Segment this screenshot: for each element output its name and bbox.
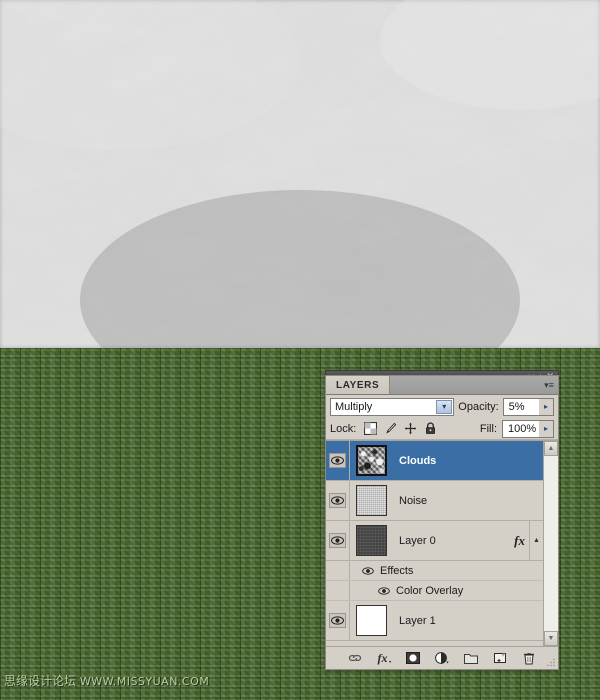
layer-row-layer1[interactable]: Layer 1 [326, 601, 543, 641]
eye-icon[interactable] [378, 586, 390, 595]
layer-thumbnail-layer0[interactable] [356, 525, 387, 556]
effects-label: Effects [380, 564, 414, 577]
layer-name-layer1: Layer 1 [399, 614, 436, 627]
screenshot-canvas: 思缘设计论坛 WWW.MISSYUAN.COM ◂◂ | ✕ LAYERS ▾≡… [0, 0, 600, 700]
effect-row-spacer [326, 581, 350, 600]
lock-position-icon[interactable] [404, 422, 417, 435]
layer-mask-icon[interactable] [405, 650, 421, 666]
panel-bottom-toolbar: fx [326, 646, 558, 669]
layer-list-scrollbar[interactable]: ▲ ▼ [543, 441, 558, 646]
chevron-up-icon[interactable]: ▲ [529, 521, 543, 560]
svg-text:fx: fx [378, 651, 388, 665]
chevron-down-icon[interactable]: ▾ [436, 399, 453, 414]
lock-label: Lock: [330, 422, 357, 435]
visibility-cell[interactable] [326, 441, 350, 480]
layer-name-layer0: Layer 0 [399, 534, 436, 547]
eye-icon[interactable] [329, 533, 346, 548]
layer-thumbnail-noise[interactable] [356, 485, 387, 516]
color-overlay-label: Color Overlay [396, 584, 464, 597]
effects-row[interactable]: Effects [326, 561, 543, 581]
lock-icon-group [364, 422, 437, 435]
adjustment-layer-icon[interactable] [434, 650, 450, 666]
scroll-down-button[interactable]: ▼ [544, 631, 558, 646]
scroll-up-button[interactable]: ▲ [544, 441, 558, 456]
layers-panel: LAYERS ▾≡ Multiply ▾ Opacity: 5% ▸ Lock: [325, 375, 559, 670]
clouds-texture [0, 0, 600, 348]
delete-layer-icon[interactable] [521, 650, 537, 666]
visibility-cell[interactable] [326, 601, 350, 640]
opacity-value: 5% [508, 400, 525, 413]
lock-image-icon[interactable] [384, 422, 397, 435]
effect-row-color-overlay[interactable]: Color Overlay [326, 581, 543, 601]
layer-rows: Clouds Noise Layer 0 fx ▲ Effects Color … [326, 441, 543, 646]
layer-row-layer0[interactable]: Layer 0 fx ▲ [326, 521, 543, 561]
opacity-label: Opacity: [458, 400, 499, 413]
link-layers-icon[interactable] [347, 650, 363, 666]
layer-name-clouds: Clouds [399, 454, 437, 467]
watermark-site-name: 思缘设计论坛 [4, 674, 77, 688]
layer-thumbnail-layer1[interactable] [356, 605, 387, 636]
watermark: 思缘设计论坛 WWW.MISSYUAN.COM [4, 674, 209, 689]
visibility-cell[interactable] [326, 481, 350, 520]
new-group-icon[interactable] [463, 650, 479, 666]
effects-row-spacer [326, 561, 350, 580]
resize-grip-icon[interactable] [547, 658, 556, 667]
lock-transparency-icon[interactable] [364, 422, 378, 435]
layer-thumbnail-clouds[interactable] [356, 445, 387, 476]
opacity-slider-arrow-icon[interactable]: ▸ [539, 398, 553, 415]
watermark-url: WWW.MISSYUAN.COM [79, 675, 210, 688]
fill-input[interactable]: 100% ▸ [502, 419, 554, 438]
layer-style-fx-icon[interactable]: fx [376, 650, 392, 666]
panel-menu-icon[interactable]: ▾≡ [540, 376, 558, 394]
blend-mode-value: Multiply [335, 400, 373, 413]
clouds-canvas-region [0, 0, 600, 348]
tab-layers[interactable]: LAYERS [326, 376, 391, 394]
eye-icon[interactable] [329, 453, 346, 468]
fill-label: Fill: [479, 422, 497, 435]
layer-row-clouds[interactable]: Clouds [326, 441, 543, 481]
fill-value: 100% [508, 422, 537, 435]
layer-row-noise[interactable]: Noise [326, 481, 543, 521]
lock-all-icon[interactable] [424, 422, 437, 435]
lock-row: Lock: Fill: 100% ▸ [326, 418, 558, 440]
blend-mode-select[interactable]: Multiply ▾ [330, 397, 455, 416]
fill-slider-arrow-icon[interactable]: ▸ [539, 420, 553, 437]
panel-tab-row: LAYERS ▾≡ [326, 376, 558, 395]
blend-mode-row: Multiply ▾ Opacity: 5% ▸ [326, 395, 558, 418]
layer-list: Clouds Noise Layer 0 fx ▲ Effects Color … [326, 440, 558, 646]
eye-icon[interactable] [329, 613, 346, 628]
new-layer-icon[interactable] [492, 650, 508, 666]
eye-icon[interactable] [329, 493, 346, 508]
layer-name-noise: Noise [399, 494, 428, 507]
eye-icon[interactable] [362, 566, 374, 575]
opacity-input[interactable]: 5% ▸ [502, 397, 554, 416]
layer-style-fx-icon[interactable]: fx [514, 533, 525, 549]
tab-layers-label: LAYERS [336, 379, 380, 391]
tab-row-filler [390, 376, 540, 394]
visibility-cell[interactable] [326, 521, 350, 560]
